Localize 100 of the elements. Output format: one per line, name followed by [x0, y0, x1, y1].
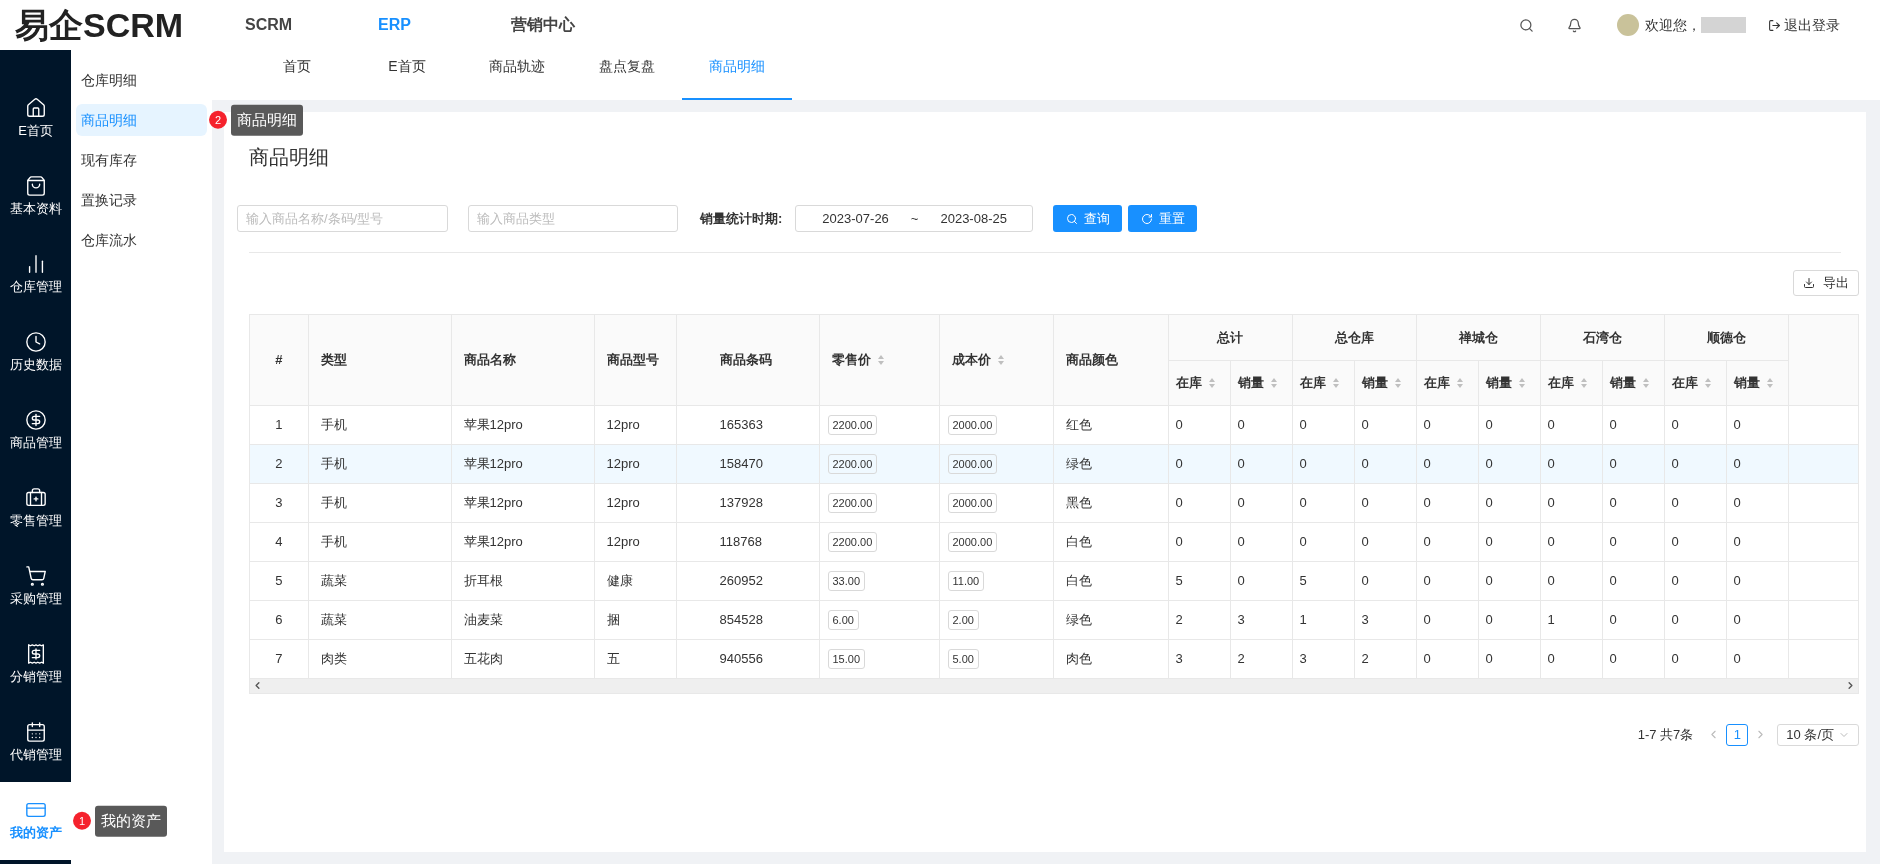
table-cell: 0	[1416, 600, 1478, 639]
column-header[interactable]: 销量	[1726, 360, 1788, 405]
tab[interactable]: 首页	[242, 56, 352, 100]
column-header[interactable]: 在库	[1416, 360, 1478, 405]
sidebar-item[interactable]: 基本资料	[0, 158, 71, 236]
sort-icon[interactable]	[1393, 376, 1402, 389]
table-cell: 0	[1726, 639, 1788, 678]
sort-icon[interactable]	[1765, 376, 1774, 389]
column-header[interactable]: 成本价	[939, 315, 1053, 405]
table-cell: 3	[1230, 600, 1292, 639]
price-tag: 2000.00	[947, 414, 998, 435]
date-range-field[interactable]: 2023-07-26 ~ 2023-08-25	[795, 205, 1034, 232]
column-header[interactable]: 销量	[1230, 360, 1292, 405]
table-cell: 0	[1292, 405, 1354, 444]
table-cell: 0	[1602, 483, 1664, 522]
nav-link[interactable]: 营销中心	[511, 13, 594, 37]
table-row[interactable]: 1 手机 苹果12pro 12pro 165363 2200.00 2000.00 红色 0 0 0 0 0 0 0 0 0 0	[250, 405, 1858, 444]
sort-icon[interactable]	[996, 353, 1005, 366]
price-tag: 2000.00	[947, 492, 998, 513]
tab[interactable]: E首页	[352, 56, 462, 100]
sidebar-item[interactable]: 商品管理	[0, 392, 71, 470]
table-cell: 5	[1168, 561, 1230, 600]
column-header[interactable]: 在库	[1664, 360, 1726, 405]
sort-icon[interactable]	[1641, 376, 1650, 389]
sort-icon[interactable]	[1517, 376, 1526, 389]
search-icon[interactable]	[1519, 17, 1534, 33]
column-header[interactable]: 销量	[1602, 360, 1664, 405]
table-cell: 1	[250, 405, 308, 444]
submenu-item[interactable]: 仓库明细	[76, 64, 207, 96]
column-header: 商品颜色	[1053, 315, 1168, 405]
nav-link[interactable]: SCRM	[245, 13, 328, 37]
sidebar-item[interactable]: 历史数据	[0, 314, 71, 392]
logout-button[interactable]: 退出登录	[1768, 14, 1840, 36]
table-cell: 0	[1602, 639, 1664, 678]
table-cell: 5	[1292, 561, 1354, 600]
table-cell: 0	[1540, 405, 1602, 444]
table-row[interactable]: 6 蔬菜 油麦菜 捆 854528 6.00 2.00 绿色 2 3 1 3 0 0 1 0 0 0	[250, 600, 1858, 639]
sort-icon[interactable]	[1579, 376, 1588, 389]
price-tag: 2000.00	[947, 453, 998, 474]
sidebar-item[interactable]: 代销管理	[0, 704, 71, 782]
table-cell: 绿色	[1053, 600, 1168, 639]
sort-icon[interactable]	[1269, 376, 1278, 389]
price-tag: 2200.00	[827, 531, 878, 552]
sidebar-item[interactable]: 仓库管理	[0, 236, 71, 314]
submenu-item[interactable]: 置换记录	[76, 184, 207, 216]
table-cell: 0	[1726, 600, 1788, 639]
tab[interactable]: 盘点复盘	[572, 56, 682, 100]
table-cell: 940556	[676, 639, 819, 678]
table-cell: 0	[1726, 444, 1788, 483]
table-cell: 0	[1354, 483, 1416, 522]
bell-icon[interactable]	[1567, 17, 1582, 33]
table-cell: 0	[1726, 561, 1788, 600]
sort-icon[interactable]	[1703, 376, 1712, 389]
submenu-item[interactable]: 现有库存	[76, 144, 207, 176]
sidebar-item[interactable]: 零售管理	[0, 470, 71, 548]
table-row[interactable]: 5 蔬菜 折耳根 健康 260952 33.00 11.00 白色 5 0 5 0 0 0 0 0 0 0	[250, 561, 1858, 600]
table-cell: 手机	[308, 522, 451, 561]
table-cell: 手机	[308, 405, 451, 444]
sidebar-item[interactable]: E首页	[0, 80, 71, 158]
table-row[interactable]: 2 手机 苹果12pro 12pro 158470 2200.00 2000.00 绿色 0 0 0 0 0 0 0 0 0 0	[250, 444, 1858, 483]
column-header[interactable]: 在库	[1540, 360, 1602, 405]
column-header[interactable]: 在库	[1168, 360, 1230, 405]
sidebar-item[interactable]: 采购管理	[0, 548, 71, 626]
table-cell: 0	[1354, 405, 1416, 444]
column-header[interactable]: 在库	[1292, 360, 1354, 405]
table-cell: 0	[1478, 600, 1540, 639]
avatar[interactable]	[1617, 14, 1639, 36]
export-button[interactable]: 导出	[1793, 270, 1859, 296]
tab[interactable]: 商品轨迹	[462, 56, 572, 100]
table-cell: 黑色	[1053, 483, 1168, 522]
page-size-select[interactable]: 10 条/页	[1777, 723, 1859, 746]
sort-icon[interactable]	[876, 353, 885, 366]
table-row[interactable]: 4 手机 苹果12pro 12pro 118768 2200.00 2000.00 白色 0 0 0 0 0 0 0 0 0 0	[250, 522, 1858, 561]
column-group-header: 总计	[1168, 315, 1292, 360]
sort-icon[interactable]	[1455, 376, 1464, 389]
table-cell: 0	[1540, 522, 1602, 561]
column-header[interactable]: 销量	[1354, 360, 1416, 405]
submenu-item[interactable]: 仓库流水	[76, 224, 207, 256]
column-header: 商品型号	[594, 315, 676, 405]
sort-icon[interactable]	[1331, 376, 1340, 389]
table-cell: 3	[1354, 600, 1416, 639]
column-header[interactable]: 零售价	[819, 315, 939, 405]
table-row[interactable]: 3 手机 苹果12pro 12pro 137928 2200.00 2000.00 黑色 0 0 0 0 0 0 0 0 0 0	[250, 483, 1858, 522]
product-type-field[interactable]: 输入商品类型	[468, 205, 678, 232]
table-cell: 0	[1602, 561, 1664, 600]
download-icon	[1803, 277, 1815, 289]
price-tag: 2200.00	[827, 492, 878, 513]
table-cell: 0	[1230, 561, 1292, 600]
table-cell: 12pro	[594, 444, 676, 483]
calendar-icon	[24, 721, 47, 744]
column-group-header: 禅城仓	[1416, 315, 1540, 360]
product-search-field[interactable]: 输入商品名称/条码/型号	[237, 205, 448, 232]
column-header[interactable]: 销量	[1478, 360, 1540, 405]
table-cell: 0	[1726, 405, 1788, 444]
table-row[interactable]: 7 肉类 五花肉 五 940556 15.00 5.00 肉色 3 2 3 2 0 0 0 0 0 0	[250, 639, 1858, 678]
sidebar-item[interactable]: 分销管理	[0, 626, 71, 704]
column-header: 商品名称	[451, 315, 594, 405]
table-cell: 0	[1168, 444, 1230, 483]
sort-icon[interactable]	[1207, 376, 1216, 389]
table-cell: 12pro	[594, 483, 676, 522]
